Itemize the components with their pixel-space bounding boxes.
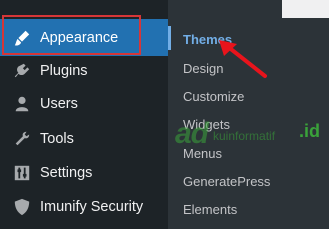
sidebar-item-label: Appearance	[40, 29, 119, 46]
sidebar-item-label: Plugins	[40, 63, 88, 79]
submenu-item-themes[interactable]: Themes	[183, 32, 232, 47]
settings-sliders-icon	[12, 163, 32, 183]
submenu-item-design[interactable]: Design	[183, 61, 223, 76]
sidebar-item-label: Tools	[40, 131, 74, 147]
sidebar-item-label: Imunify Security	[40, 199, 144, 215]
paintbrush-icon	[12, 28, 32, 48]
wrench-icon	[12, 129, 32, 149]
submenu-item-customize[interactable]: Customize	[183, 89, 244, 104]
plugin-icon	[12, 61, 32, 81]
admin-sidebar: Appearance Plugins Users Tools Settings …	[0, 0, 168, 229]
sidebar-item-imunify-security[interactable]: Imunify Security	[0, 190, 168, 224]
sidebar-item-settings[interactable]: Settings	[0, 156, 168, 190]
sidebar-item-label: Settings	[40, 165, 93, 181]
submenu-item-elements[interactable]: Elements	[183, 202, 237, 217]
content-area	[282, 0, 329, 18]
current-indicator	[168, 26, 171, 50]
sidebar-item-users[interactable]: Users	[0, 87, 168, 121]
user-icon	[12, 94, 32, 114]
sidebar-item-label: Users	[40, 96, 78, 112]
submenu-item-widgets[interactable]: Widgets	[183, 117, 230, 132]
sidebar-item-appearance[interactable]: Appearance	[0, 19, 168, 56]
sidebar-item-tools[interactable]: Tools	[0, 122, 168, 156]
shield-icon	[12, 197, 32, 217]
submenu-item-generatepress[interactable]: GeneratePress	[183, 174, 270, 189]
sidebar-item-plugins[interactable]: Plugins	[0, 54, 168, 88]
submenu-item-menus[interactable]: Menus	[183, 146, 222, 161]
